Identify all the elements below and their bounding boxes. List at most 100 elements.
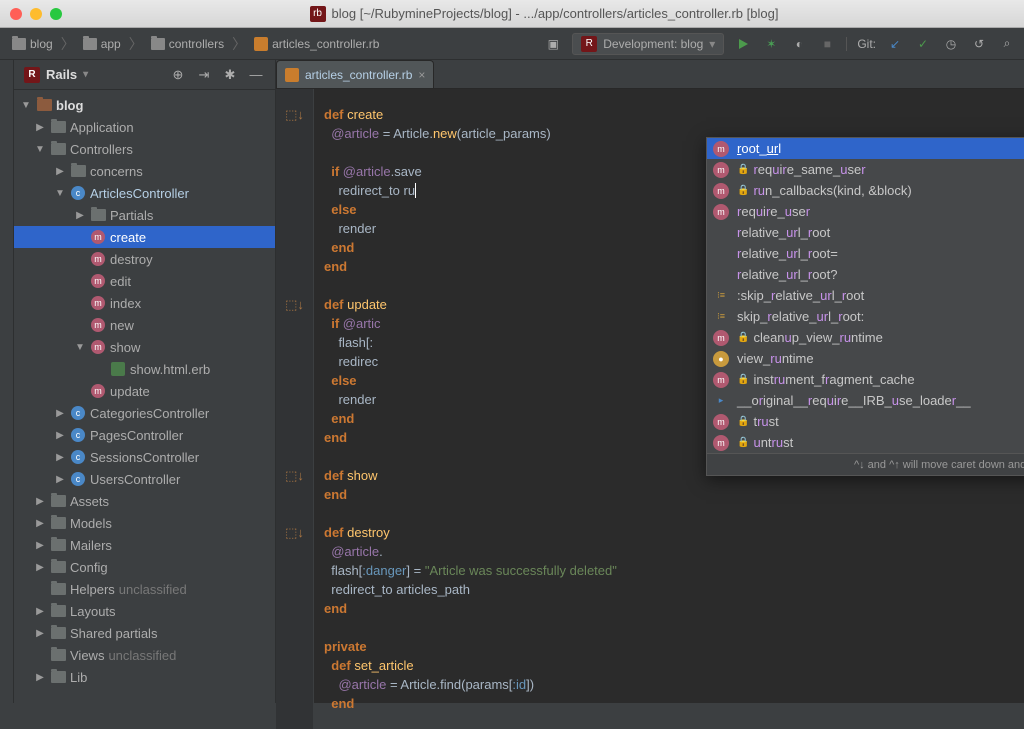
- editor-tab-articles-controller[interactable]: articles_controller.rb ×: [276, 60, 434, 88]
- tools-button[interactable]: ▣: [544, 35, 562, 53]
- completion-item[interactable]: ⁝≡skip_relative_url_root:: [707, 306, 1024, 327]
- tree-node-show-erb[interactable]: show.html.erb: [14, 358, 275, 380]
- chevron-down-icon: ▾: [709, 37, 715, 51]
- completion-item[interactable]: m🔒instrument_fragment_cacheActionControl…: [707, 369, 1024, 390]
- tree-node-index[interactable]: mindex: [14, 292, 275, 314]
- left-stripe[interactable]: [0, 60, 14, 703]
- git-update-button[interactable]: ↙: [886, 35, 904, 53]
- folder-icon: [12, 38, 26, 50]
- completion-item-name: relative_url_root?: [737, 267, 1024, 282]
- completion-item[interactable]: ●view_runtimeActionController::Instrumen…: [707, 348, 1024, 369]
- tree-node-partials[interactable]: ▶Partials: [14, 204, 275, 226]
- completion-item[interactable]: m🔒cleanup_view_runtimeActionController::…: [707, 327, 1024, 348]
- tree-node-config[interactable]: ▶Config: [14, 556, 275, 578]
- window-title-text: blog [~/RubymineProjects/blog] - .../app…: [332, 6, 779, 21]
- completion-item[interactable]: mroot_urlArticlesController: [707, 138, 1024, 159]
- completion-item-name: relative_url_root=: [737, 246, 1024, 261]
- completion-item[interactable]: relative_url_rootincluded in AbstractCon…: [707, 222, 1024, 243]
- tree-node-assets[interactable]: ▶Assets: [14, 490, 275, 512]
- tree-node-concerns[interactable]: ▶concerns: [14, 160, 275, 182]
- coverage-button[interactable]: ◐: [790, 35, 808, 53]
- completion-item[interactable]: relative_url_root=included in AbstractCo…: [707, 243, 1024, 264]
- breadcrumb-blog[interactable]: blog: [8, 35, 57, 53]
- rails-icon: R: [24, 67, 40, 83]
- tree-node-sessions[interactable]: ▶cSessionsController: [14, 446, 275, 468]
- completion-item[interactable]: m🔒run_callbacks(kind, &block)ActiveSuppo…: [707, 180, 1024, 201]
- play-icon: [739, 39, 748, 49]
- run-button[interactable]: [734, 35, 752, 53]
- chevron-down-icon: ▾: [83, 69, 88, 80]
- project-view-selector[interactable]: R Rails ▾: [24, 67, 88, 83]
- tree-node-articles-controller[interactable]: ▼cArticlesController: [14, 182, 275, 204]
- completion-item-name: require_user: [737, 204, 1024, 219]
- item-icon: [713, 267, 729, 283]
- method-marker-icon[interactable]: ⬚↓: [276, 523, 313, 542]
- tree-node-users[interactable]: ▶cUsersController: [14, 468, 275, 490]
- method-marker-icon[interactable]: ⬚↓: [276, 295, 313, 314]
- hide-button[interactable]: —: [247, 66, 265, 84]
- tree-node-models[interactable]: ▶Models: [14, 512, 275, 534]
- completion-item[interactable]: relative_url_root?included in AbstractCo…: [707, 264, 1024, 285]
- run-config-selector[interactable]: R Development: blog ▾: [572, 33, 724, 55]
- close-tab-icon[interactable]: ×: [418, 68, 425, 82]
- tab-label: articles_controller.rb: [305, 68, 412, 82]
- completion-item[interactable]: m🔒untrustObject: [707, 432, 1024, 453]
- tree-node-destroy[interactable]: mdestroy: [14, 248, 275, 270]
- method-icon: m: [713, 414, 729, 430]
- tree-node-layouts[interactable]: ▶Layouts: [14, 600, 275, 622]
- minimize-window-button[interactable]: [30, 8, 42, 20]
- debug-button[interactable]: ✶: [762, 35, 780, 53]
- completion-hint: ^↓ and ^↑ will move caret down and up in…: [854, 459, 1024, 471]
- tree-node-new[interactable]: mnew: [14, 314, 275, 336]
- method-marker-icon[interactable]: ⬚↓: [276, 105, 313, 124]
- completion-item-name: __original__require__IRB_use_loader__: [737, 393, 1024, 408]
- git-commit-button[interactable]: ✓: [914, 35, 932, 53]
- search-everywhere-button[interactable]: ⌕: [998, 35, 1016, 53]
- tree-node-shared[interactable]: ▶Shared partials: [14, 622, 275, 644]
- completion-item[interactable]: ⁝≡:skip_relative_url_root: [707, 285, 1024, 306]
- editor-gutter[interactable]: ⬚↓ ⬚↓ ⬚↓ ⬚↓: [276, 89, 314, 729]
- close-window-button[interactable]: [10, 8, 22, 20]
- breadcrumb-app[interactable]: app: [79, 35, 125, 53]
- settings-button[interactable]: ✱: [221, 66, 239, 84]
- completion-item[interactable]: m🔒require_same_userArticlesController: [707, 159, 1024, 180]
- tree-node-categories[interactable]: ▶cCategoriesController: [14, 402, 275, 424]
- folder-icon: [83, 38, 97, 50]
- tree-node-update[interactable]: mupdate: [14, 380, 275, 402]
- git-history-button[interactable]: ◷: [942, 35, 960, 53]
- tree-node-pages[interactable]: ▶cPagesController: [14, 424, 275, 446]
- tree-node-application[interactable]: ▶Application: [14, 116, 275, 138]
- completion-item[interactable]: ▸__original__require__IRB_use_loader__Ob…: [707, 390, 1024, 411]
- tree-node-controllers[interactable]: ▼Controllers: [14, 138, 275, 160]
- method-icon: m: [713, 162, 729, 178]
- editor-tab-bar: articles_controller.rb ×: [276, 60, 1024, 89]
- git-revert-button[interactable]: ↺: [970, 35, 988, 53]
- tree-node-blog[interactable]: ▼blog: [14, 94, 275, 116]
- method-marker-icon[interactable]: ⬚↓: [276, 466, 313, 485]
- method-icon: m: [713, 330, 729, 346]
- lock-icon: 🔒: [737, 437, 749, 448]
- completion-item[interactable]: mrequire_userApplicationController: [707, 201, 1024, 222]
- completion-item-name: run_callbacks(kind, &block): [753, 183, 1024, 198]
- breadcrumb-file[interactable]: articles_controller.rb: [250, 35, 383, 53]
- stop-button[interactable]: ■: [818, 35, 836, 53]
- method-icon: m: [713, 204, 729, 220]
- project-tool-window: R Rails ▾ ⊕ ⇥ ✱ — ▼blog ▶Application ▼Co…: [14, 60, 276, 703]
- tree-node-mailers[interactable]: ▶Mailers: [14, 534, 275, 556]
- tree-node-edit[interactable]: medit: [14, 270, 275, 292]
- ruby-file-icon: [254, 37, 268, 51]
- lock-icon: 🔒: [737, 164, 749, 175]
- project-tree[interactable]: ▼blog ▶Application ▼Controllers ▶concern…: [14, 90, 275, 703]
- tree-node-helpers[interactable]: Helpersunclassified: [14, 578, 275, 600]
- tree-node-views[interactable]: Viewsunclassified: [14, 644, 275, 666]
- tree-node-lib[interactable]: ▶Lib: [14, 666, 275, 688]
- project-header: R Rails ▾ ⊕ ⇥ ✱ —: [14, 60, 275, 90]
- collapse-all-button[interactable]: ⇥: [195, 66, 213, 84]
- tree-node-show[interactable]: ▼mshow: [14, 336, 275, 358]
- tree-node-create[interactable]: mcreate: [14, 226, 275, 248]
- method-icon: m: [713, 183, 729, 199]
- completion-item[interactable]: m🔒trustObject: [707, 411, 1024, 432]
- breadcrumb-controllers[interactable]: controllers: [147, 35, 228, 53]
- zoom-window-button[interactable]: [50, 8, 62, 20]
- scroll-from-source-button[interactable]: ⊕: [169, 66, 187, 84]
